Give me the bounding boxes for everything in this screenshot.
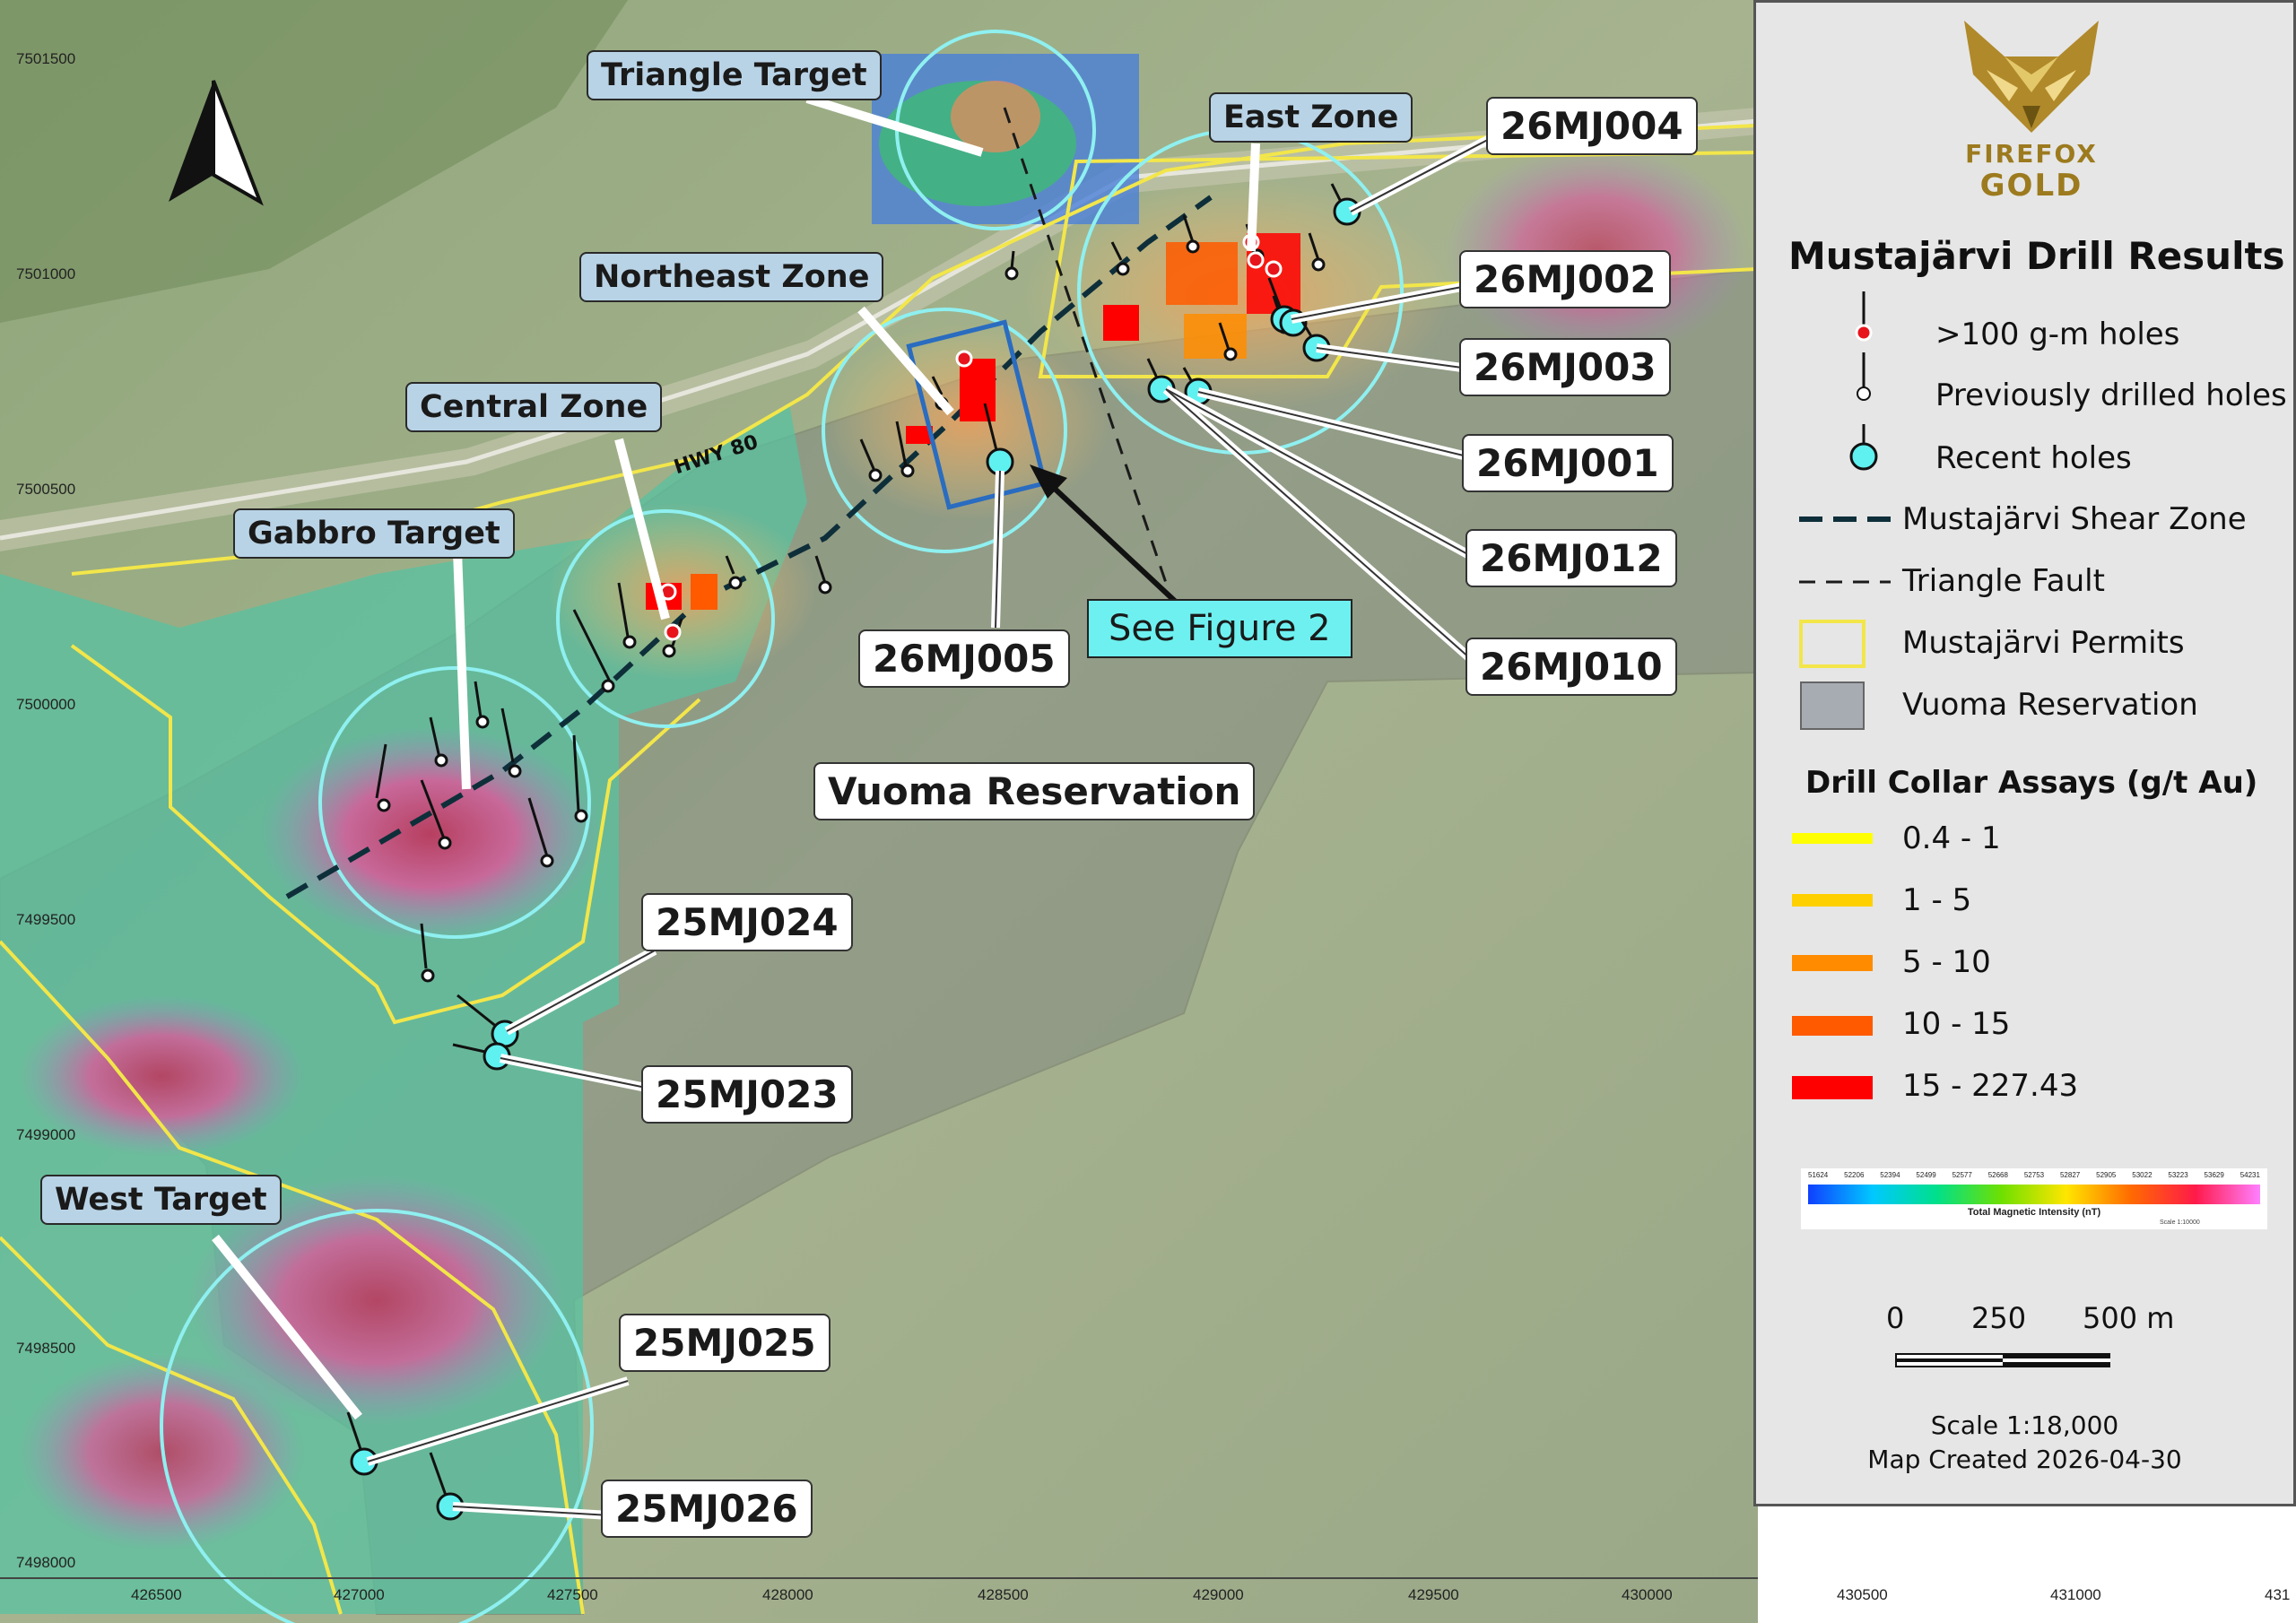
mag-colorbar-scale: Scale 1:10000 [2160,1219,2200,1226]
scale-label-500: 500 m [2083,1301,2175,1335]
hole-label-26MJ002: 26MJ002 [1459,250,1671,308]
easting-tick: 429000 [1193,1586,1244,1603]
mag-tick-label: 52668 [1987,1171,2008,1179]
logo-text-line2: GOLD [1979,168,2083,204]
northing-tick: 7500000 [16,696,76,713]
assay-swatch [1792,1076,1873,1099]
gabbro-target-label: Gabbro Target [233,508,515,559]
legend-item-reservation: Vuoma Reservation [1902,687,2198,723]
northing-tick: 7500500 [16,481,76,498]
easting-tick: 427500 [547,1586,598,1603]
east-zone-label: East Zone [1209,92,1413,143]
hole-label-25MJ024: 25MJ024 [641,893,853,951]
mag-tick-label: 52905 [2096,1171,2117,1179]
central-zone-label: Central Zone [405,382,663,432]
legend-panel: FIREFOX GOLD Mustajärvi Drill Results >1… [1753,0,2296,1506]
northing-tick: 7498500 [16,1340,76,1357]
map-scale-text: Scale 1:18,000 [1930,1410,2119,1440]
mag-tick-label: 51624 [1808,1171,1829,1179]
assay-label: 0.4 - 1 [1902,820,2001,856]
hole-label-26MJ012: 26MJ012 [1465,529,1677,587]
triangle-target-label: Triangle Target [587,50,882,100]
hole-label-26MJ004: 26MJ004 [1486,97,1698,155]
logo-text-line1: FIREFOX [1965,139,2098,169]
mag-tick-label: 52753 [2023,1171,2045,1179]
mag-tick-label: 52577 [1952,1171,1972,1179]
northing-tick: 7501500 [16,50,76,67]
mag-tick-label: 52827 [2059,1171,2081,1179]
mag-tick-label: 53022 [2132,1171,2152,1179]
scale-bar-mid [1895,1358,2110,1362]
easting-tick: 431000 [2050,1586,2101,1603]
mag-high-1 [260,726,601,942]
assay-swatch [1792,833,1873,844]
easting-tick: 427000 [334,1586,385,1603]
hole-label-26MJ005: 26MJ005 [858,629,1070,688]
hole-label-25MJ026: 25MJ026 [601,1480,813,1538]
hole-label-25MJ025: 25MJ025 [619,1314,831,1372]
legend-item-recent: Recent holes [1935,440,2132,476]
northing-tick: 7501000 [16,265,76,282]
mag-tick-label: 54231 [2239,1171,2260,1179]
vuoma-reservation-label: Vuoma Reservation [813,762,1256,820]
assay-label: 1 - 5 [1902,882,1972,918]
northeast-zone-label: Northeast Zone [579,252,884,302]
scale-label-250: 250 [1971,1301,2027,1335]
assay-swatch [1792,894,1873,907]
recent-hole-26MJ005 [986,447,1014,476]
assay-label: 5 - 10 [1902,944,1991,980]
northing-tick: 7499000 [16,1126,76,1143]
legend-item-previous: Previously drilled holes [1935,378,2287,413]
easting-tick: 426500 [131,1586,182,1603]
mag-tick-label: 52394 [1880,1171,1900,1179]
mag-tick-label: 53223 [2168,1171,2188,1179]
hole-label-26MJ001: 26MJ001 [1462,434,1674,492]
tri-high-2 [951,81,1040,152]
legend-item-shear: Mustajärvi Shear Zone [1902,501,2247,537]
assay-label: 15 - 227.43 [1902,1068,2079,1104]
northing-tick: 7498000 [16,1554,76,1571]
firefox-gold-logo [1964,21,2099,133]
easting-tick: 429500 [1408,1586,1459,1603]
easting-tick: 428000 [762,1586,813,1603]
mag-tick-label: 52499 [1916,1171,1936,1179]
easting-tick: 431 [2265,1586,2291,1603]
mag-tick-label: 52206 [1844,1171,1865,1179]
map-created-text: Map Created 2026-04-30 [1867,1445,2182,1474]
northing-tick: 7499500 [16,911,76,928]
west-target-label: West Target [40,1175,282,1225]
mag-colorbar-ticks: 51624 52206 52394 52499 52577 52668 52753 52827… [1808,1171,2260,1182]
assay-swatch [1792,955,1873,971]
easting-tick: 430000 [1622,1586,1673,1603]
mag-tick-label: 53629 [2204,1171,2224,1179]
mag-colorbar-caption: Total Magnetic Intensity (nT) [1967,1207,2101,1218]
easting-tick: 430500 [1837,1586,1888,1603]
scale-label-0: 0 [1886,1301,1905,1335]
mag-colorbar-panel: 51624 52206 52394 52499 52577 52668 52753 52827… [1801,1168,2267,1229]
hole-label-26MJ010: 26MJ010 [1465,638,1677,696]
legend-item-high-grade: >100 g-m holes [1935,317,2180,352]
assay-legend-title: Drill Collar Assays (g/t Au) [1805,765,2258,801]
assay-swatch [1792,1016,1873,1036]
hole-label-26MJ003: 26MJ003 [1459,338,1671,396]
legend-item-fault: Triangle Fault [1902,563,2105,599]
legend-item-permits: Mustajärvi Permits [1902,625,2185,661]
assay-label: 10 - 15 [1902,1006,2011,1042]
easting-tick: 428500 [978,1586,1029,1603]
hole-label-25MJ023: 25MJ023 [641,1065,853,1124]
mag-colorbar [1808,1185,2260,1204]
see-figure-2-label[interactable]: See Figure 2 [1087,599,1352,658]
